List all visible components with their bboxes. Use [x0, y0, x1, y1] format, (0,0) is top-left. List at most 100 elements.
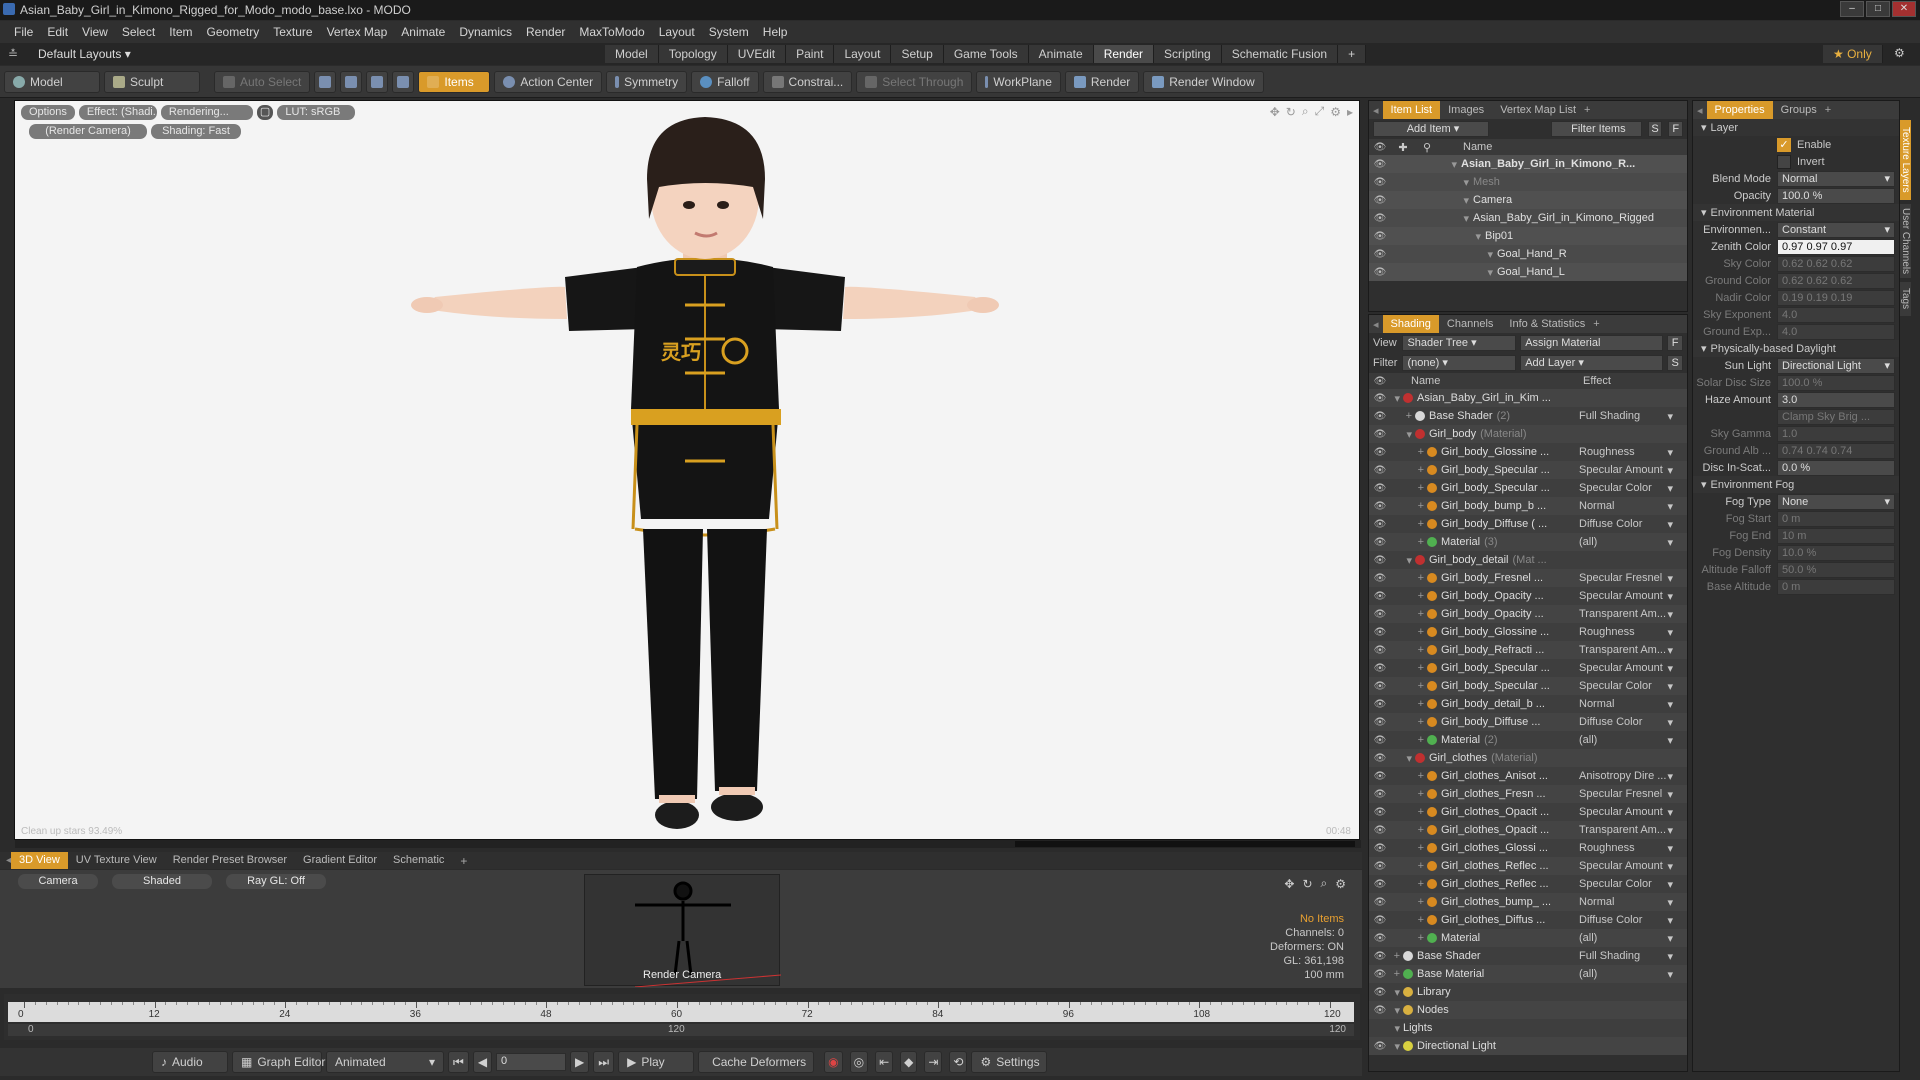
3d-view-panel[interactable]: Camera Shaded Ray GL: Off Render Camera … [0, 870, 1362, 988]
shader-effect-dropdown[interactable]: Diffuse Color ▾ [1579, 518, 1673, 531]
menu-system[interactable]: System [709, 25, 749, 39]
shading-panel-menu-icon[interactable]: ◂ [1373, 318, 1379, 331]
lock-icon[interactable]: ▢ [256, 105, 274, 120]
property-value[interactable]: 0.0 % [1777, 459, 1895, 476]
shader-row[interactable]: 👁 + Girl_clothes_Reflec ... Specular Amount… [1369, 857, 1687, 875]
shader-visibility-icon[interactable]: 👁 [1369, 753, 1391, 764]
shader-expand-icon[interactable]: ▾ [1391, 1040, 1403, 1053]
shader-visibility-icon[interactable]: 👁 [1369, 537, 1391, 548]
property-value[interactable]: 0 m [1777, 510, 1895, 527]
side-tab-tags[interactable]: Tags [1900, 282, 1911, 316]
add-tab-icon[interactable]: + [460, 854, 467, 868]
shader-row[interactable]: 👁 + Girl_body_Opacity ... Transparent Am...… [1369, 605, 1687, 623]
shader-expand-icon[interactable]: + [1391, 950, 1403, 962]
shader-row[interactable]: 👁 + Girl_clothes_Fresn ... Specular Fresnel… [1369, 785, 1687, 803]
constraint-button[interactable]: Constrai... [762, 70, 853, 93]
menu-geometry[interactable]: Geometry [207, 25, 260, 39]
shader-effect-dropdown[interactable]: Specular Amount ▾ [1579, 806, 1673, 819]
shader-row[interactable]: 👁 + Material (3) (all) ▾ [1369, 533, 1687, 551]
menu-dynamics[interactable]: Dynamics [459, 25, 512, 39]
shader-expand-icon[interactable]: + [1391, 644, 1427, 656]
next-frame-icon[interactable]: ▶ [570, 1051, 590, 1073]
bottom-tab-3d-view[interactable]: 3D View [11, 852, 68, 869]
shader-row[interactable]: 👁 + Girl_body_detail_b ... Normal ▾ [1369, 695, 1687, 713]
items-mode-button[interactable]: Items [418, 70, 491, 93]
shader-row[interactable]: 👁 + Girl_body_Opacity ... Specular Amount ▾ [1369, 587, 1687, 605]
property-value[interactable]: 10 m [1777, 527, 1895, 544]
shader-visibility-icon[interactable]: 👁 [1369, 501, 1391, 512]
viewport-gear-icon[interactable]: ⚙ [1330, 105, 1341, 119]
layout-tab-uvedit[interactable]: UVEdit [727, 45, 787, 63]
shader-visibility-icon[interactable]: 👁 [1369, 663, 1391, 674]
shader-visibility-icon[interactable]: 👁 [1369, 951, 1391, 962]
layout-tab-setup[interactable]: Setup [891, 45, 944, 63]
shader-expand-icon[interactable]: + [1391, 626, 1427, 638]
maximize-icon[interactable]: □ [1866, 1, 1890, 17]
shader-row[interactable]: 👁 + Girl_body_Specular ... Specular Amount ▾ [1369, 659, 1687, 677]
layer-section[interactable]: ▾ Layer [1693, 119, 1899, 136]
shader-effect-dropdown[interactable]: Roughness ▾ [1579, 626, 1673, 639]
shader-visibility-icon[interactable]: 👁 [1369, 735, 1391, 746]
tab-groups[interactable]: Groups [1773, 101, 1825, 119]
shader-expand-icon[interactable]: + [1391, 482, 1427, 494]
shader-row[interactable]: 👁 + Girl_body_Diffuse ( ... Diffuse Color ▾ [1369, 515, 1687, 533]
shader-effect-dropdown[interactable]: Specular Amount ▾ [1579, 860, 1673, 873]
shader-effect-dropdown[interactable]: Normal ▾ [1579, 698, 1673, 711]
layout-tab-animate[interactable]: Animate [1028, 45, 1094, 63]
menu-edit[interactable]: Edit [47, 25, 68, 39]
side-tab-texture-layers[interactable]: Texture Layers [1900, 120, 1911, 200]
shader-effect-dropdown[interactable]: Transparent Am... ▾ [1579, 644, 1673, 657]
item-row[interactable]: 👁 ▾ Goal_Hand_R [1369, 245, 1687, 263]
shader-effect-dropdown[interactable]: (all) ▾ [1579, 536, 1673, 549]
menu-select[interactable]: Select [122, 25, 155, 39]
shader-effect-dropdown[interactable]: (all) ▾ [1579, 734, 1673, 747]
shader-visibility-icon[interactable]: 👁 [1369, 807, 1391, 818]
shader-row[interactable]: 👁 ▾ Nodes [1369, 1001, 1687, 1019]
shader-row[interactable]: 👁 ▾ Directional Light [1369, 1037, 1687, 1055]
property-value[interactable]: 100.0 % [1777, 374, 1895, 391]
item-list-s-button[interactable]: S [1647, 121, 1663, 137]
polygons-mode-icon[interactable] [366, 70, 389, 93]
property-value[interactable]: 4.0 [1777, 306, 1895, 323]
cache-deformers-button[interactable]: Cache Deformers [698, 1051, 815, 1073]
layout-tab-topology[interactable]: Topology [658, 45, 728, 63]
shader-effect-dropdown[interactable]: Transparent Am... ▾ [1579, 608, 1673, 621]
shader-visibility-icon[interactable]: 👁 [1369, 1005, 1391, 1016]
shader-effect-dropdown[interactable]: Diffuse Color ▾ [1579, 914, 1673, 927]
autokey-icon[interactable]: ◎ [849, 1051, 869, 1073]
property-value[interactable]: 0.19 0.19 0.19 [1777, 289, 1895, 306]
viewport-arrow-icon[interactable]: ▸ [1347, 105, 1353, 119]
shader-effect-dropdown[interactable]: Specular Color ▾ [1579, 680, 1673, 693]
property-section[interactable]: ▾ Environment Material [1693, 204, 1899, 221]
shader-expand-icon[interactable]: ▾ [1391, 986, 1403, 999]
only-toggle[interactable]: ★ Only [1823, 45, 1883, 63]
property-value[interactable]: 50.0 % [1777, 561, 1895, 578]
shader-row[interactable]: 👁 + Girl_clothes_Opacit ... Transparent Am.… [1369, 821, 1687, 839]
audio-button[interactable]: ♪ Audio [152, 1051, 228, 1073]
shader-expand-icon[interactable]: ▾ [1391, 554, 1415, 567]
shader-effect-dropdown[interactable]: Roughness ▾ [1579, 842, 1673, 855]
shader-visibility-icon[interactable]: 👁 [1369, 555, 1391, 566]
property-value[interactable]: 1.0 [1777, 425, 1895, 442]
item-visibility-icon[interactable]: 👁 [1369, 159, 1391, 170]
bottom-tab-gradient-editor[interactable]: Gradient Editor [295, 852, 385, 869]
add-item-dropdown[interactable]: Add Item ▾ [1373, 121, 1489, 137]
shader-expand-icon[interactable]: + [1391, 878, 1427, 890]
shader-visibility-icon[interactable]: 👁 [1369, 897, 1391, 908]
shader-expand-icon[interactable]: + [1391, 464, 1427, 476]
menu-render[interactable]: Render [526, 25, 565, 39]
maximize-view-icon[interactable]: ⤢ [1315, 104, 1325, 119]
shader-row[interactable]: 👁 ▾ Asian_Baby_Girl_in_Kim ... [1369, 389, 1687, 407]
menu-layout[interactable]: Layout [659, 25, 695, 39]
loop-icon[interactable]: ⟲ [949, 1051, 968, 1073]
prev-frame-icon[interactable]: ◀ [472, 1051, 493, 1073]
workplane-button[interactable]: WorkPlane [976, 70, 1061, 93]
render-camera-tag[interactable]: (Render Camera) [29, 124, 147, 139]
settings-button[interactable]: ⚙ Settings [971, 1051, 1048, 1073]
shader-visibility-icon[interactable]: 👁 [1369, 879, 1391, 890]
invert-checkbox[interactable] [1777, 154, 1791, 169]
shader-visibility-icon[interactable]: 👁 [1369, 681, 1391, 692]
render-viewport[interactable]: Options Effect: (Shadi... Rendering... ▢… [14, 100, 1361, 848]
symmetry-button[interactable]: Symmetry [606, 70, 688, 93]
rendering-tag[interactable]: Rendering... [160, 105, 253, 120]
